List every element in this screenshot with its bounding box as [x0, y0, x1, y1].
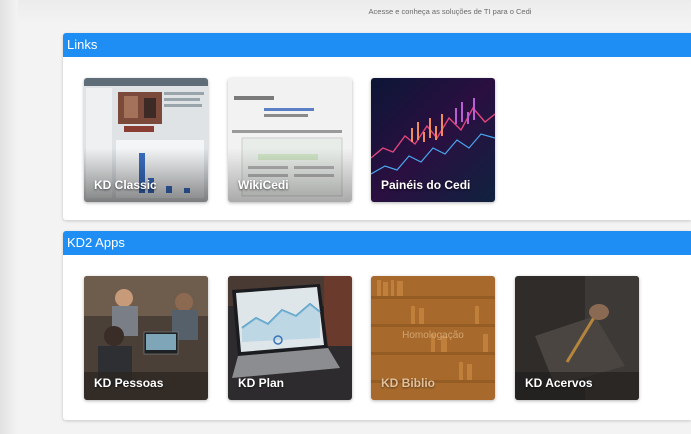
left-shade — [0, 0, 18, 434]
homologacao-badge: Homologação — [402, 330, 464, 341]
kd-plan-label: KD Plan — [238, 376, 285, 390]
page-subtitle: Acesse e conheça as soluções de TI para … — [368, 7, 532, 16]
card-kd-biblio[interactable]: Homologação KD Biblio — [371, 276, 495, 400]
card-wikicedi[interactable]: WikiCedi — [228, 78, 352, 202]
kd-pessoas-label: KD Pessoas — [94, 376, 164, 390]
links-section-title: Links — [63, 33, 691, 57]
kd-acervos-label: KD Acervos — [525, 376, 593, 390]
card-kd-acervos[interactable]: KD Acervos — [515, 276, 639, 400]
kd-biblio-label: KD Biblio — [381, 376, 435, 390]
paineis-label: Painéis do Cedi — [381, 178, 471, 192]
card-kd-plan[interactable]: KD Plan — [228, 276, 352, 400]
wikicedi-label: WikiCedi — [238, 178, 289, 192]
card-kd-classic[interactable]: KD Classic — [84, 78, 208, 202]
card-paineis-do-cedi[interactable]: Painéis do Cedi — [371, 78, 495, 202]
kd-classic-label: KD Classic — [94, 178, 157, 192]
card-kd-pessoas[interactable]: KD Pessoas — [84, 276, 208, 400]
links-section: Links KD Classic WikiCedi Painéis do Ced… — [63, 33, 691, 220]
kd2-apps-section-title: KD2 Apps — [63, 231, 691, 255]
kd2-apps-section: KD2 Apps KD Pessoas KD Plan Homologação … — [63, 231, 691, 420]
